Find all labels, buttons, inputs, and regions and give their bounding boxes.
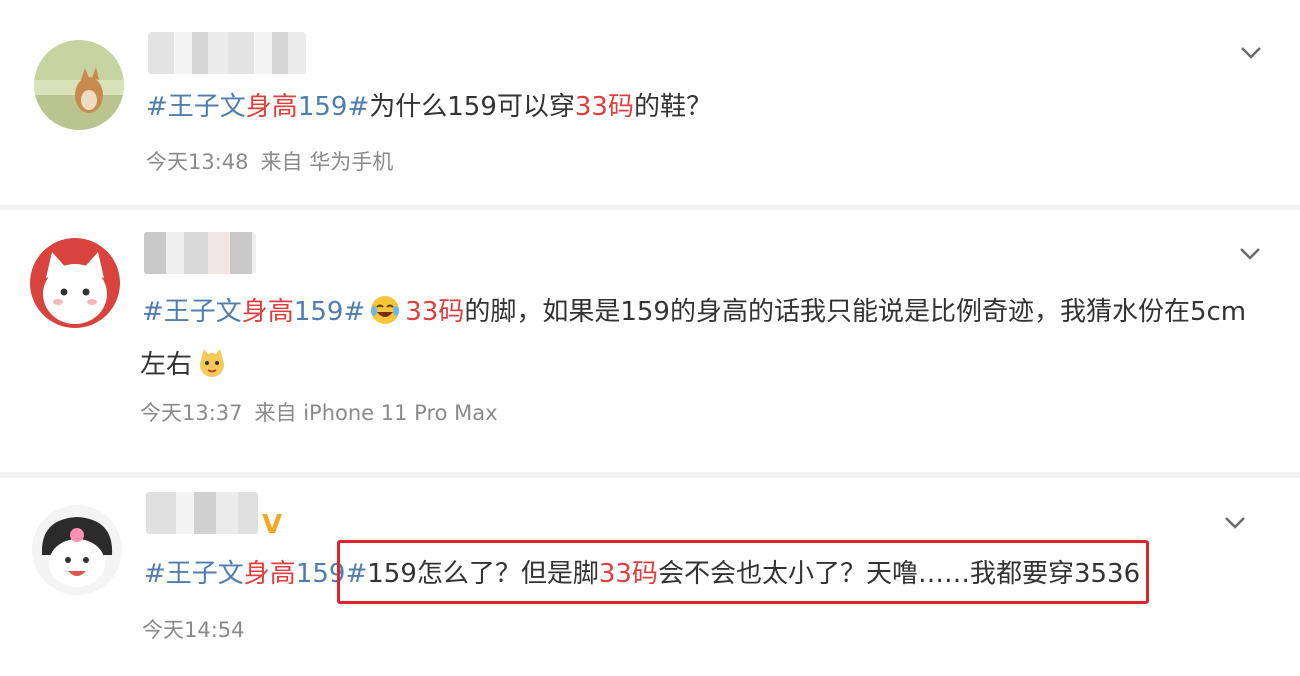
comment-meta: 今天13:48 来自 华为手机 — [146, 146, 393, 176]
verified-badge: V — [262, 510, 283, 540]
source-device: 来自 iPhone 11 Pro Max — [254, 401, 498, 425]
topic-link[interactable]: #王子文身高159# — [142, 297, 365, 327]
chevron-down-icon[interactable] — [1239, 247, 1261, 261]
dog-avatar-icon — [34, 40, 124, 130]
chevron-down-icon[interactable] — [1224, 516, 1246, 530]
blurred-username[interactable] — [146, 492, 258, 534]
avatar[interactable] — [32, 505, 122, 595]
cat-avatar-icon — [30, 238, 120, 328]
kuromi-avatar-icon — [32, 505, 122, 595]
topic-link[interactable]: #王子文身高159# — [144, 559, 367, 589]
cat-emoji-icon — [200, 349, 225, 377]
comment-meta: 今天14:54 — [142, 614, 245, 644]
topic-link[interactable]: #王子文身高159# — [146, 92, 369, 122]
comment-text: #王子文身高159# 33码的脚，如果是159的身高的话我只能说是比例奇迹，我猜水… — [142, 294, 1246, 326]
blurred-username[interactable] — [144, 232, 256, 274]
avatar[interactable] — [30, 238, 120, 328]
comment-text: #王子文身高159#为什么159可以穿33码的鞋？ — [146, 92, 712, 122]
laughing-crying-emoji-icon — [371, 296, 400, 324]
chevron-down-icon[interactable] — [1240, 46, 1262, 60]
avatar[interactable] — [34, 40, 124, 130]
highlight-box — [337, 540, 1149, 604]
source-device: 来自 华为手机 — [260, 150, 394, 174]
timestamp: 今天13:37 — [140, 401, 243, 425]
comment-text-line2: 左右 — [140, 344, 232, 381]
comment-meta: 今天13:37 来自 iPhone 11 Pro Max — [140, 397, 498, 427]
timestamp: 今天14:54 — [142, 618, 245, 642]
timestamp: 今天13:48 — [146, 150, 249, 174]
blurred-username[interactable] — [148, 32, 306, 74]
